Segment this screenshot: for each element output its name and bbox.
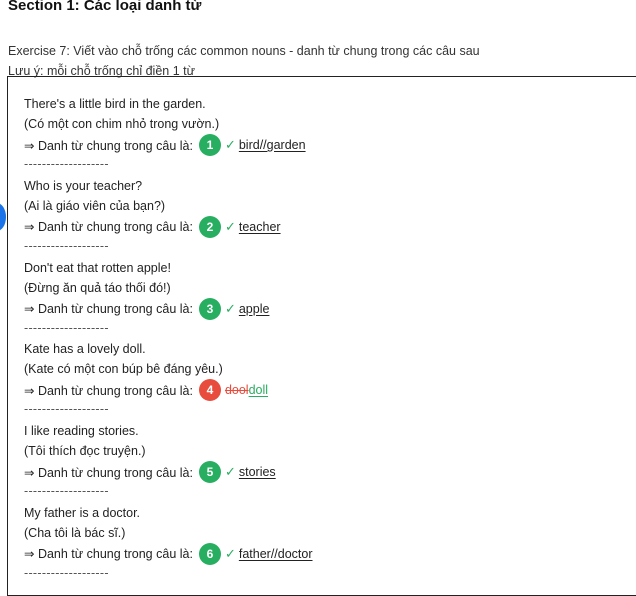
check-icon: ✓ [224,300,236,316]
sentence: My father is a doctor. [24,505,141,520]
question-number-badge: 2 [198,215,221,238]
answer-input[interactable]: apple [239,302,270,316]
answer-input[interactable]: teacher [239,220,281,234]
answer-prompt: ⇒ Danh từ chung trong câu là: [24,138,193,153]
answer-line: ⇒ Danh từ chung trong câu là: 5 ✓ storie… [24,461,624,484]
answer-line: ⇒ Danh từ chung trong câu là: 6 ✓ father… [24,542,624,565]
exercise-instructions: Exercise 7: Viết vào chỗ trống các commo… [8,41,480,81]
answer-prompt: ⇒ Danh từ chung trong câu là: [24,383,193,398]
answer-input[interactable]: bird//garden [239,138,306,152]
check-icon: ✓ [224,464,236,480]
separator: ------------------- [24,565,109,580]
answer-line: ⇒ Danh từ chung trong câu là: 2 ✓ teache… [24,215,624,238]
question-number-badge: 4 [198,379,221,402]
translation: (Cha tôi là bác sĩ.) [24,525,126,540]
separator: ------------------- [24,320,109,335]
sentence: Don't eat that rotten apple! [24,260,171,275]
separator: ------------------- [24,484,109,499]
answer-line: ⇒ Danh từ chung trong câu là: 4 dool doll [24,379,624,402]
exercise-item: My father is a doctor. (Cha tôi là bác s… [24,503,624,585]
exercise-instruction-text: Exercise 7: Viết vào chỗ trống các commo… [8,44,480,58]
question-number-badge: 5 [198,461,221,484]
sentence: Who is your teacher? [24,178,143,193]
exercise-item: I like reading stories. (Tôi thích đọc t… [24,421,624,503]
exercise-item: Don't eat that rotten apple! (Đừng ăn qu… [24,258,624,340]
check-icon: ✓ [224,137,236,152]
answer-prompt: ⇒ Danh từ chung trong câu là: [24,465,193,480]
exercise-item: There's a little bird in the garden. (Có… [24,94,624,176]
question-number-badge: 1 [198,134,221,156]
wrong-answer: dool [224,383,249,398]
sentence: Kate has a lovely doll. [24,342,146,357]
separator: ------------------- [24,402,109,417]
answer-prompt: ⇒ Danh từ chung trong câu là: [24,302,193,317]
translation: (Tôi thích đọc truyện.) [24,444,146,459]
answer-line: ⇒ Danh từ chung trong câu là: 1 ✓ bird//… [24,134,624,156]
exercise-item: Who is your teacher? (Ai là giáo viên củ… [24,176,624,258]
answer-input[interactable]: father//doctor [239,547,313,561]
translation: (Ai là giáo viên của bạn?) [24,198,166,213]
exercise-items: There's a little bird in the garden. (Có… [24,94,624,585]
check-icon: ✓ [224,218,236,234]
answer-prompt: ⇒ Danh từ chung trong câu là: [24,547,193,562]
separator: ------------------- [24,238,109,253]
sentence: There's a little bird in the garden. [24,97,206,111]
section-title: Section 1: Các loại danh từ [8,0,202,14]
answer-prompt: ⇒ Danh từ chung trong câu là: [24,220,193,235]
answer-line: ⇒ Danh từ chung trong câu là: 3 ✓ apple [24,297,624,320]
side-scroll-indicator[interactable] [0,203,6,231]
answer-input[interactable]: stories [239,465,276,479]
question-number-badge: 6 [198,542,221,565]
correct-answer: doll [248,383,269,398]
translation: (Có một con chim nhỏ trong vườn.) [24,117,220,131]
question-number-badge: 3 [198,297,221,320]
exercise-item: Kate has a lovely doll. (Kate có một con… [24,339,624,421]
sentence: I like reading stories. [24,424,139,439]
translation: (Kate có một con búp bê đáng yêu.) [24,362,223,377]
separator: ------------------- [24,157,109,171]
check-icon: ✓ [224,545,236,561]
translation: (Đừng ăn quả táo thối đó!) [24,280,171,295]
